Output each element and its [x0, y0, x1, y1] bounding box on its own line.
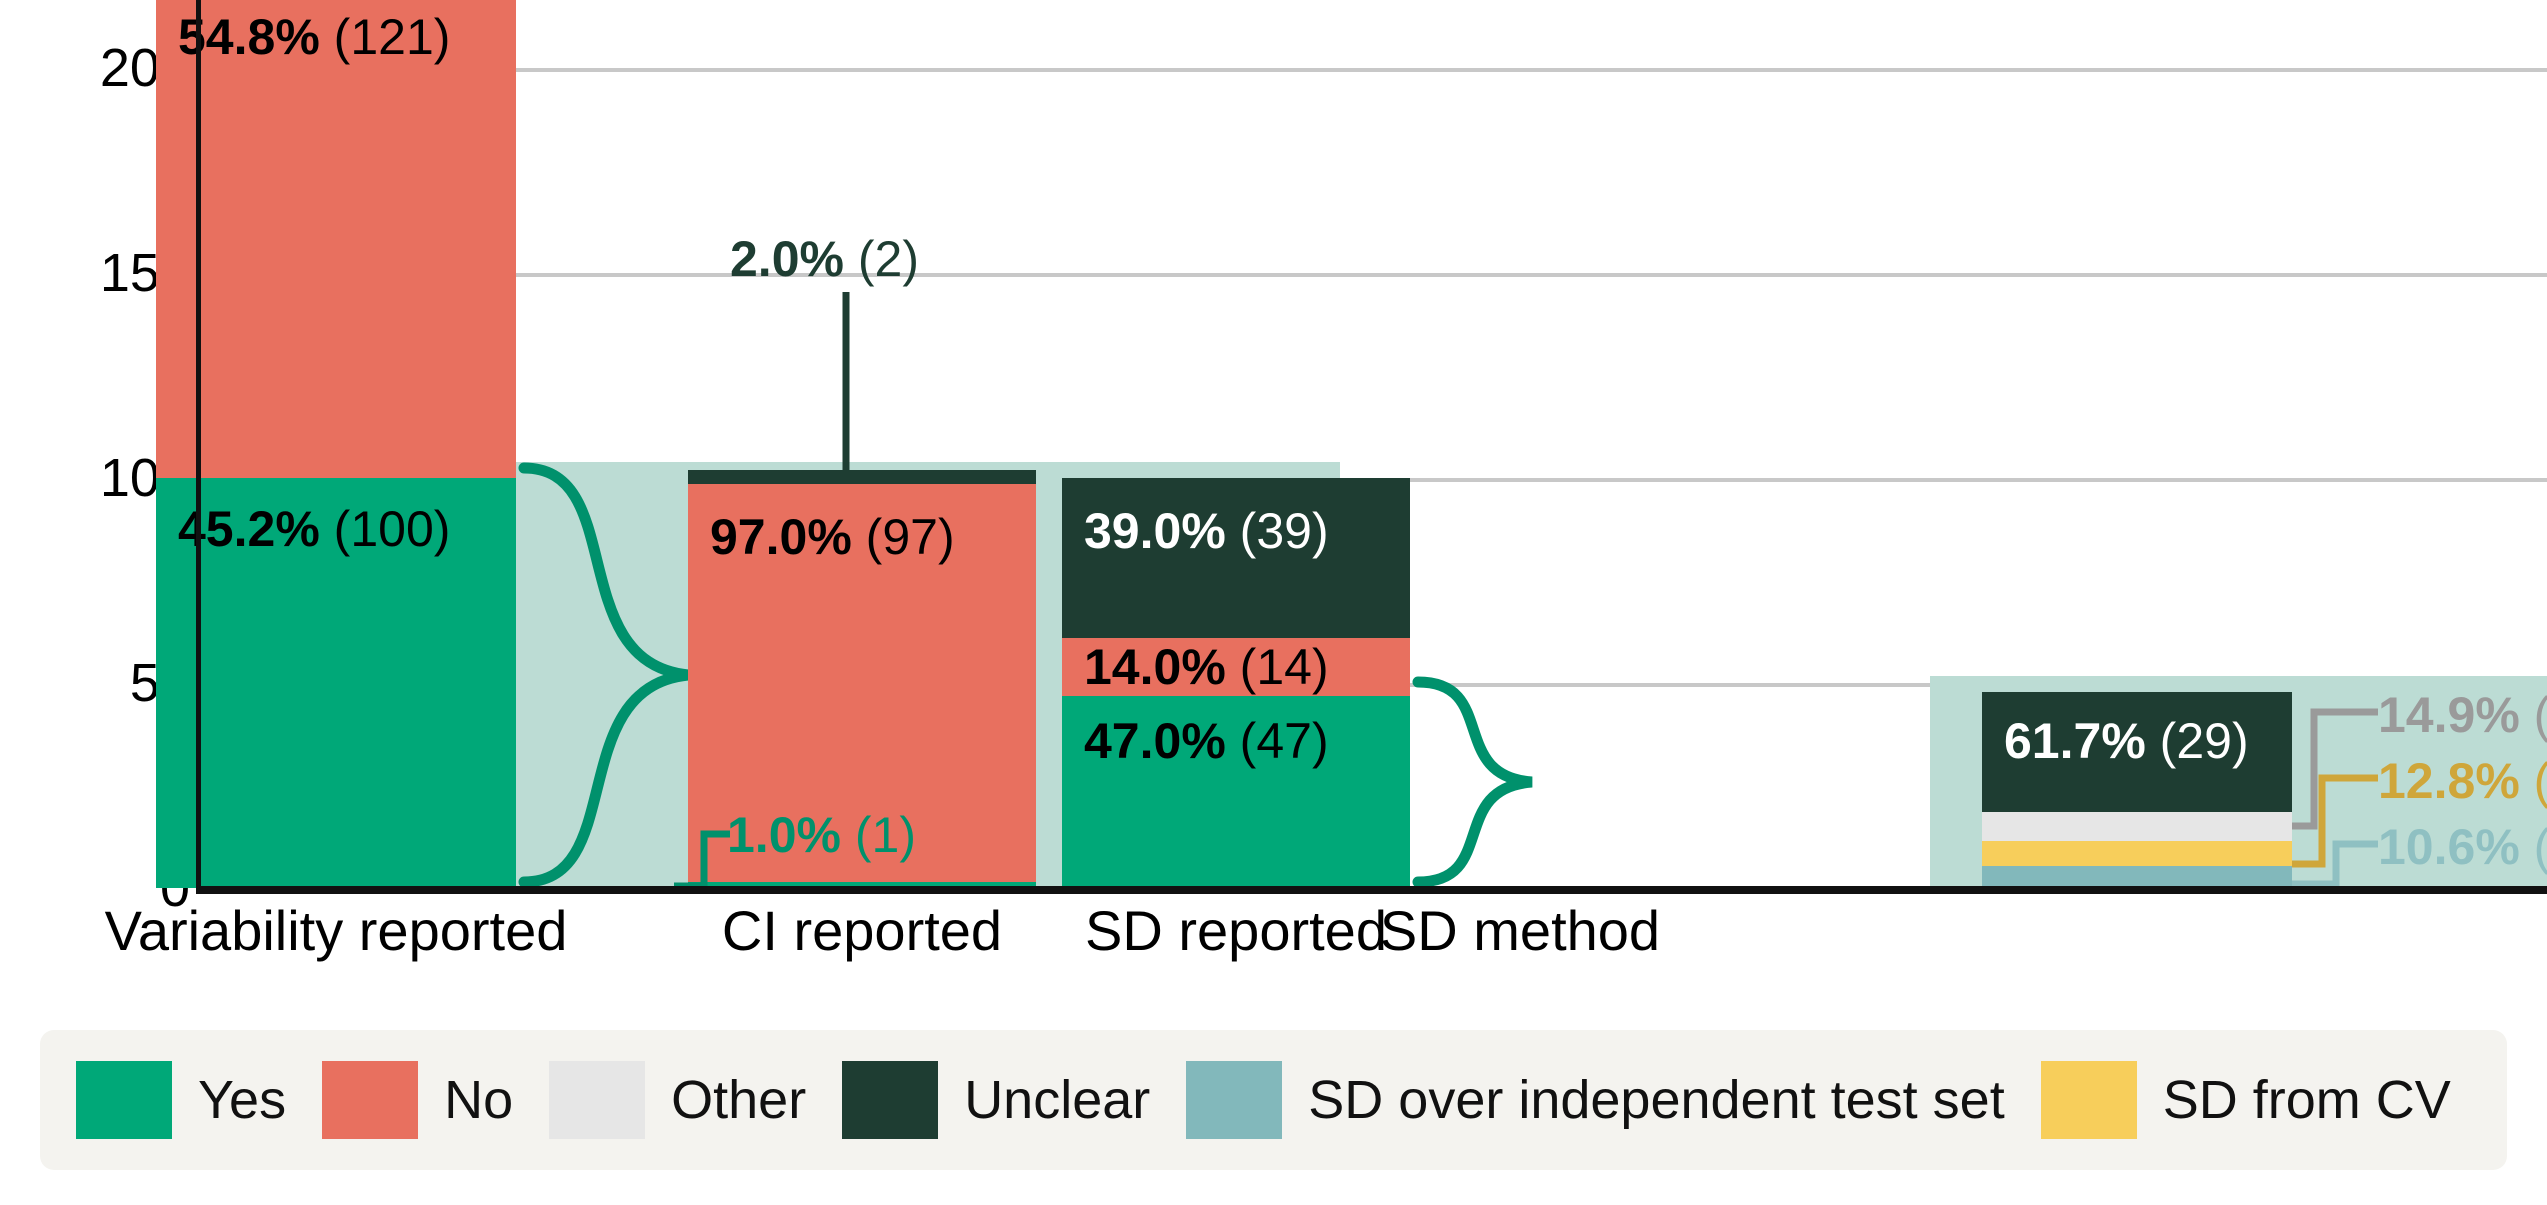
- bar-variability-segment-yes[interactable]: 45.2% (100): [156, 478, 516, 888]
- legend-swatch-testset: [1186, 1061, 1283, 1139]
- legend-label-testset: SD over independent test set: [1308, 1070, 2005, 1130]
- x-axis-line: [196, 886, 2547, 894]
- figure-root: Number of articles 200 150 100 50 0 54.8…: [0, 0, 2547, 1205]
- legend-swatch-other: [549, 1061, 646, 1139]
- x-tick-variability: Variability reported: [104, 899, 568, 962]
- gridline-150: [200, 273, 2547, 277]
- brace-sdreported-to-sdmethod: [1412, 676, 1533, 888]
- leader-ci-unclear: [842, 292, 850, 470]
- legend-item-unclear[interactable]: Unclear: [842, 1061, 1150, 1139]
- bar-variability-no-label: 54.8% (121): [178, 9, 451, 65]
- bar-sdreported-segment-unclear[interactable]: 39.0% (39): [1062, 478, 1410, 638]
- x-tick-sd-reported: SD reported: [1085, 899, 1387, 962]
- bar-variability-segment-no[interactable]: 54.8% (121): [156, 0, 516, 488]
- leader-ci-yes: [674, 830, 730, 890]
- bar-sdreported-segment-yes[interactable]: 47.0% (47): [1062, 696, 1410, 888]
- legend-label-unclear: Unclear: [964, 1070, 1151, 1130]
- bar-sdreported-no-label: 14.0% (14): [1084, 639, 1329, 695]
- legend-item-no[interactable]: No: [322, 1061, 513, 1139]
- leader-sdmethod-testset: [2292, 840, 2378, 888]
- legend-item-yes[interactable]: Yes: [76, 1061, 286, 1139]
- x-tick-sd-method: SD method: [1379, 899, 1661, 962]
- legend-swatch-no: [322, 1061, 419, 1139]
- brace-variability-to-ci: [518, 462, 689, 888]
- legend-label-no: No: [444, 1070, 514, 1130]
- callout-sdmethod-other: 14.9% (7): [2378, 687, 2547, 743]
- legend-item-other[interactable]: Other: [549, 1061, 806, 1139]
- callout-sdmethod-testset: 10.6% (5): [2378, 819, 2547, 875]
- plot-area: 200 150 100 50 0 54.8% (121) 45.2% (100): [100, 0, 2547, 962]
- bar-sdreported-segment-no[interactable]: 14.0% (14): [1062, 638, 1410, 696]
- legend-swatch-unclear: [842, 1061, 939, 1139]
- bar-sdreported-unclear-label: 39.0% (39): [1084, 503, 1329, 559]
- gridline-200: [200, 68, 2547, 72]
- y-axis-line: [196, 0, 201, 890]
- legend-label-other: Other: [671, 1070, 807, 1130]
- legend-swatch-yes: [76, 1061, 172, 1139]
- legend-label-cv: SD from CV: [2162, 1070, 2451, 1130]
- legend-item-testset[interactable]: SD over independent test set: [1186, 1061, 2005, 1139]
- bar-sdmethod-segment-cv[interactable]: [1982, 841, 2292, 866]
- callout-ci-unclear: 2.0% (2): [730, 231, 919, 287]
- legend-item-cv[interactable]: SD from CV: [2040, 1061, 2451, 1139]
- x-tick-ci: CI reported: [721, 899, 1003, 962]
- bar-variability-yes-label: 45.2% (100): [178, 501, 451, 557]
- bar-sdreported-yes-label: 47.0% (47): [1084, 713, 1329, 769]
- callout-sdmethod-cv: 12.8% (6): [2378, 753, 2547, 809]
- legend-label-yes: Yes: [198, 1070, 287, 1130]
- bar-sdmethod-segment-other[interactable]: [1982, 812, 2292, 841]
- callout-ci-yes: 1.0% (1): [727, 807, 916, 863]
- bar-ci-no-label: 97.0% (97): [710, 509, 955, 565]
- bar-sdmethod-unclear-label: 61.7% (29): [2004, 713, 2249, 769]
- bar-sdmethod-segment-testset[interactable]: [1982, 866, 2292, 888]
- bar-sdmethod-segment-unclear[interactable]: 61.7% (29): [1982, 692, 2292, 812]
- legend: Yes No Other Unclear SD over independent…: [40, 1030, 2507, 1170]
- legend-swatch-cv: [2040, 1061, 2137, 1139]
